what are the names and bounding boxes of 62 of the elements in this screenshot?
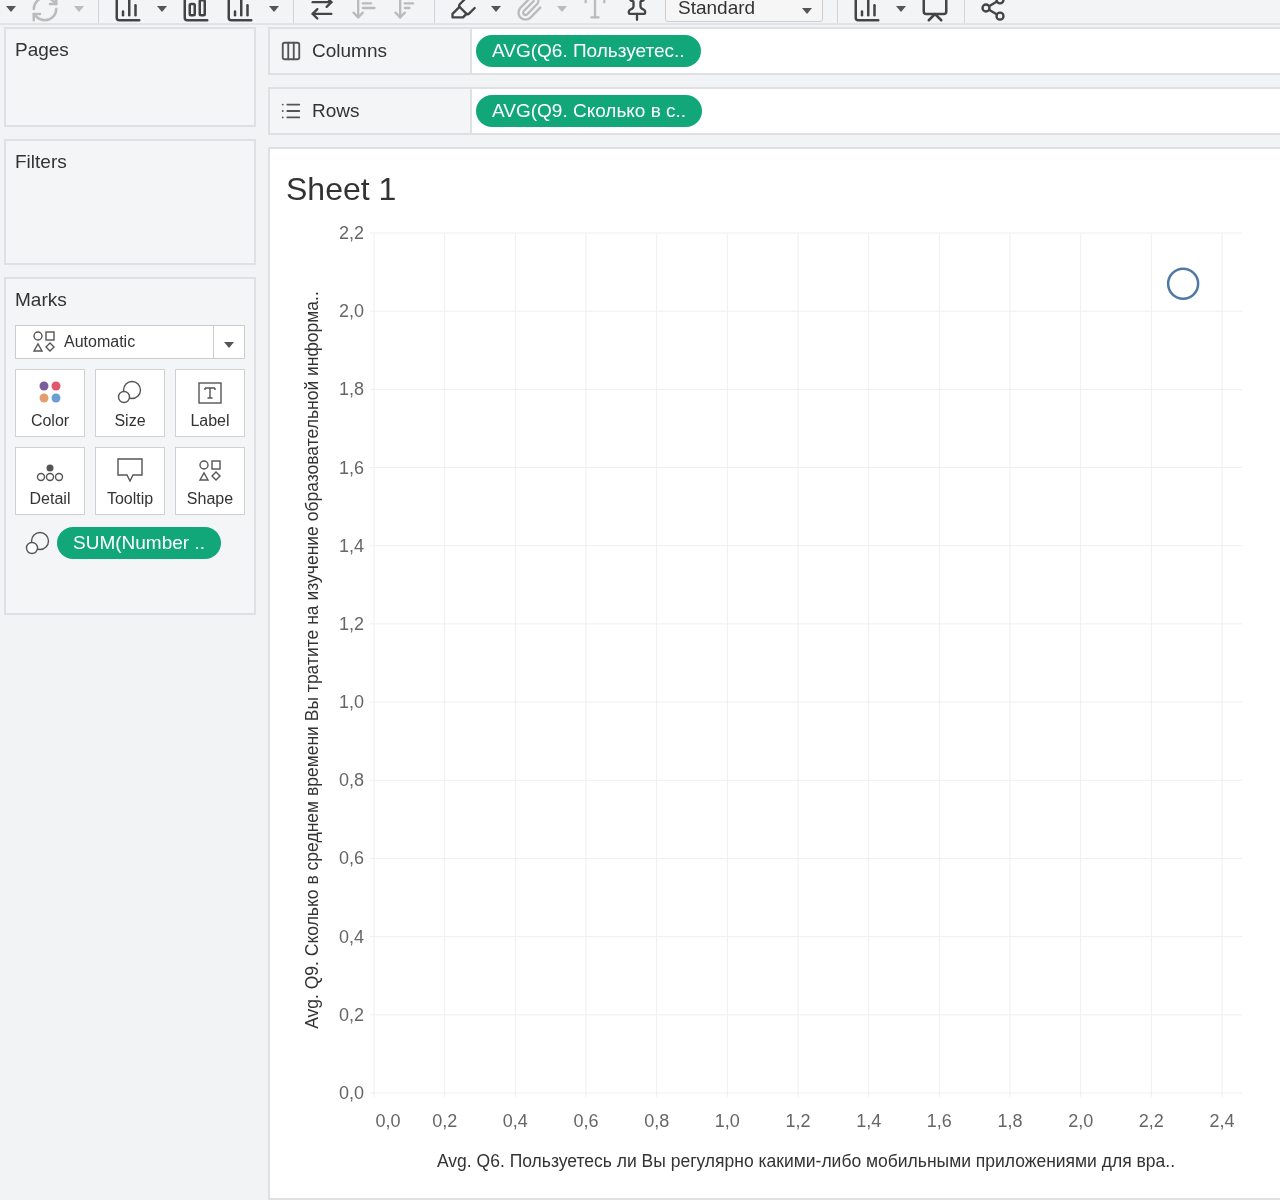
y-tick-label: 0,2 (338, 1004, 364, 1025)
highlighter-icon[interactable] (449, 0, 477, 22)
color-dots-icon (38, 380, 62, 404)
tooltip-button[interactable]: Tooltip (95, 447, 165, 515)
shapes-icon (32, 331, 56, 353)
sheet-title: Sheet 1 (285, 170, 398, 209)
color-button[interactable]: Color (15, 369, 85, 437)
mark-type-dropdown[interactable]: Automatic (15, 325, 245, 359)
x-tick-label: 2,4 (1209, 1111, 1235, 1131)
y-axis-title: Avg. Q9. Сколько в среднем времени Вы тратите на изучение образовательной информа.. (302, 291, 322, 1029)
share-icon[interactable] (979, 0, 1007, 22)
x-tick-label: 0,6 (573, 1111, 599, 1131)
caret-icon (224, 342, 234, 348)
fit-dropdown[interactable]: Standard (665, 0, 823, 22)
mark-type-label: Automatic (64, 333, 136, 351)
size-circles-icon (25, 531, 51, 555)
x-tick-label: 1,8 (997, 1111, 1023, 1131)
x-axis-title: Avg. Q6. Пользуетесь ли Вы регулярно какими-либо мобильными приложениями для вра.. (437, 1151, 1175, 1171)
x-tick-label: 0,2 (432, 1111, 458, 1131)
caret-icon[interactable] (269, 6, 279, 12)
x-tick-label: 2,2 (1138, 1111, 1164, 1131)
detail-dots-icon (36, 464, 64, 482)
columns-icon (280, 40, 302, 62)
y-tick-label: 1,6 (338, 457, 364, 478)
y-tick-label: 0,6 (338, 848, 364, 869)
x-tick-label: 1,4 (856, 1111, 882, 1131)
shapes-icon (198, 460, 222, 482)
x-tick-label: 0,8 (644, 1111, 670, 1131)
card-title: Filters (15, 151, 68, 173)
y-tick-label: 1,8 (338, 379, 364, 400)
size-circles-icon (117, 380, 143, 404)
caret-icon[interactable] (896, 6, 906, 12)
y-tick-label: 1,2 (338, 613, 364, 634)
x-tick-label: 1,0 (714, 1111, 740, 1131)
speech-bubble-icon (117, 458, 143, 482)
label-icon (198, 382, 222, 404)
caret-icon[interactable] (491, 6, 501, 12)
size-button[interactable]: Size (95, 369, 165, 437)
shape-button[interactable]: Shape (175, 447, 245, 515)
y-tick-label: 0,4 (338, 926, 364, 947)
caret-icon[interactable] (157, 6, 167, 12)
label-button[interactable]: Label (175, 369, 245, 437)
y-tick-label: 1,4 (338, 535, 364, 556)
data-point (1166, 267, 1200, 301)
card-title: Pages (15, 39, 70, 61)
detail-button[interactable]: Detail (15, 447, 85, 515)
y-tick-label: 0,8 (338, 770, 364, 791)
y-tick-label: 2,0 (338, 301, 364, 322)
y-tick-label: 2,2 (338, 223, 364, 243)
y-tick-label: 1,0 (338, 692, 364, 713)
x-tick-label: 1,6 (926, 1111, 952, 1131)
y-tick-label: 0,0 (338, 1083, 364, 1103)
card-title: Marks (15, 289, 68, 311)
paperclip-icon[interactable] (515, 0, 543, 22)
shelf-title: Rows (312, 100, 360, 122)
shelf-title: Columns (312, 40, 387, 62)
x-tick-label: 2,0 (1068, 1111, 1094, 1131)
x-tick-label: 0,4 (502, 1111, 528, 1131)
x-tick-label: 1,2 (785, 1111, 811, 1131)
caret-icon[interactable] (6, 6, 16, 12)
presentation-icon[interactable] (920, 0, 950, 23)
x-tick-label: 0,0 (375, 1111, 401, 1131)
